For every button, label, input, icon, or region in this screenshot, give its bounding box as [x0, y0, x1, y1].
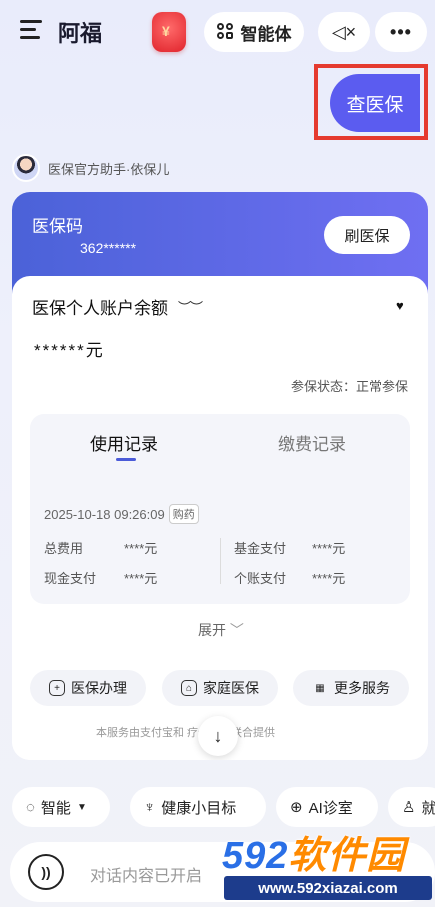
- smart-icon: ◌: [26, 798, 35, 816]
- code-label: 医保码: [32, 217, 83, 236]
- chip-label: 健康小目标: [161, 799, 237, 817]
- record-time: 2025-10-18 09:26:09 购药: [44, 504, 199, 524]
- menu-icon[interactable]: [20, 20, 42, 40]
- watermark-text: 软件园: [288, 835, 406, 877]
- service-insurance-handling[interactable]: + 医保办理: [30, 670, 146, 706]
- more-button[interactable]: •••: [375, 12, 427, 52]
- chip-smart[interactable]: ◌ 智能 ▼: [12, 787, 110, 827]
- cash-label: 现金支付: [44, 571, 97, 586]
- swipe-insurance-button[interactable]: 刷医保: [324, 216, 410, 254]
- fund-label: 基金支付: [234, 541, 287, 556]
- family-icon: ⌂: [181, 680, 197, 696]
- scroll-down-button[interactable]: ↓: [198, 716, 238, 756]
- code-number: 362******: [80, 240, 137, 256]
- personal-label: 个账支付: [234, 571, 287, 586]
- chip-label: 就: [421, 799, 435, 817]
- record-tag: 购药: [168, 504, 199, 524]
- insurance-status: 参保状态：正常参保: [290, 379, 408, 394]
- agent-button[interactable]: 智能体: [204, 12, 304, 52]
- chat-input-placeholder: 对话内容已开启: [90, 868, 203, 885]
- eye-closed-icon[interactable]: ︶︶: [178, 297, 203, 316]
- personal-value: ****元: [312, 571, 346, 586]
- query-highlight: 查医保: [314, 64, 428, 140]
- service-more[interactable]: ▦ 更多服务: [293, 670, 409, 706]
- download-icon: ↓: [213, 725, 223, 746]
- balance-value: ******元: [34, 341, 105, 360]
- app-title: 阿福: [58, 21, 103, 46]
- assistant-header: 医保官方助手·依保儿: [12, 154, 169, 182]
- dropdown-icon[interactable]: ♥: [396, 298, 404, 313]
- chip-label: AI诊室: [308, 799, 353, 817]
- caret-down-icon: ▼: [76, 801, 87, 813]
- balance-title: 医保个人账户余额 ︶︶: [32, 294, 203, 319]
- assistant-name: 医保官方助手·依保儿: [48, 161, 170, 177]
- card-body: 医保个人账户余额 ︶︶ ♥ ******元 参保状态：正常参保 使用记录 缴费记…: [12, 276, 428, 760]
- mic-icon[interactable]: )): [28, 854, 64, 890]
- more-icon: •••: [390, 21, 412, 42]
- fund-value: ****元: [312, 541, 346, 556]
- hongbao-icon[interactable]: [152, 12, 186, 52]
- record-time-text: 2025-10-18 09:26:09: [44, 506, 165, 522]
- record-divider: [220, 538, 221, 584]
- total-value: ****元: [124, 541, 158, 556]
- insurance-handling-icon: +: [49, 680, 65, 696]
- service-family-insurance[interactable]: ⌂ 家庭医保: [162, 670, 278, 706]
- watermark-num: 592: [222, 835, 289, 877]
- mute-button[interactable]: ◁×: [318, 12, 370, 52]
- tab-indicator: [116, 458, 136, 461]
- service-label: 医保办理: [71, 680, 127, 696]
- avatar: [12, 154, 40, 182]
- total-label: 总费用: [44, 541, 84, 556]
- mute-icon: ◁×: [331, 21, 357, 42]
- tab-usage-records[interactable]: 使用记录: [90, 430, 158, 455]
- cash-value: ****元: [124, 571, 158, 586]
- insurance-card: 医保码 362****** 刷医保 医保个人账户余额 ︶︶ ♥ ******元 …: [12, 192, 428, 760]
- footnote: 本服务由支付宝和 疗保障局联合提供: [96, 727, 276, 739]
- expand-label: 展开: [198, 622, 226, 638]
- balance-title-text: 医保个人账户余额: [32, 299, 168, 318]
- agent-label: 智能体: [240, 24, 292, 44]
- service-label: 更多服务: [334, 680, 390, 696]
- watermark-brand: 592软件园: [222, 824, 405, 879]
- query-insurance-button[interactable]: 查医保: [330, 74, 420, 132]
- watermark-url: www.592xiazai.com: [224, 876, 432, 900]
- grid-icon: ▦: [315, 682, 325, 694]
- agent-icon: [216, 23, 235, 41]
- health-icon: ♆: [144, 798, 156, 816]
- watermark: 592软件园 www.592xiazai.com: [220, 820, 435, 907]
- top-bar: 阿福 智能体 ◁× •••: [0, 8, 435, 52]
- records-panel: 使用记录 缴费记录 2025-10-18 09:26:09 购药 总费用 ***…: [30, 414, 410, 604]
- expand-button[interactable]: 展开 ﹀: [198, 620, 244, 640]
- service-label: 家庭医保: [203, 680, 259, 696]
- person-icon: ♙: [402, 799, 416, 816]
- chevron-down-icon: ﹀: [229, 622, 244, 638]
- clinic-icon: ⊕: [290, 799, 303, 816]
- tab-payment-records[interactable]: 缴费记录: [278, 430, 346, 455]
- chip-label: 智能: [40, 799, 71, 817]
